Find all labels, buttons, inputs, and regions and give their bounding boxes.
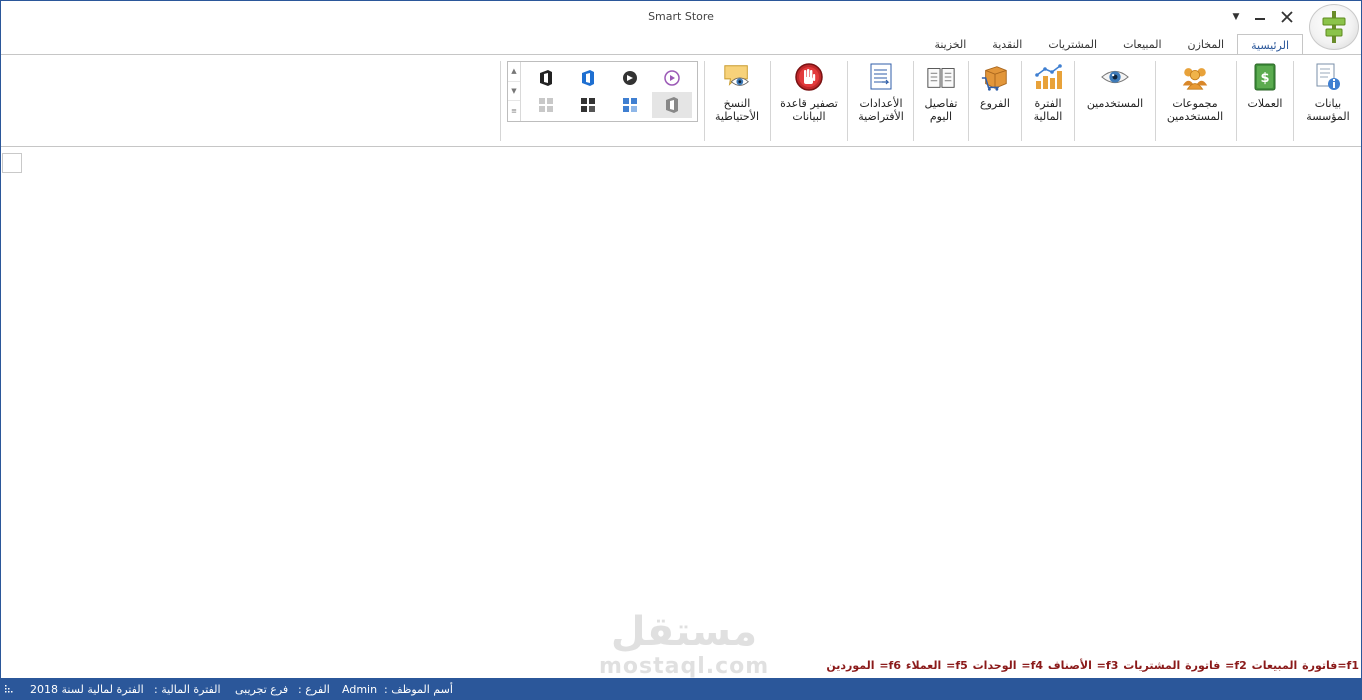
resize-grip-icon[interactable]: [4, 684, 14, 694]
app-menu-button[interactable]: [1309, 4, 1359, 50]
ribbon-separator: [704, 61, 705, 141]
skin-office-black[interactable]: [526, 65, 566, 91]
backup-label: النسخ الأحتياطية: [714, 97, 760, 123]
org-info-label: بيانات المؤسسة: [1306, 97, 1350, 123]
grid-tiles-icon: [623, 98, 637, 112]
branches-button[interactable]: الفروع: [973, 61, 1017, 141]
skin-metro-dark[interactable]: [568, 92, 608, 118]
employee-value: Admin: [342, 683, 378, 696]
svg-text:$: $: [1260, 71, 1269, 86]
money-book-icon: $: [1250, 61, 1280, 93]
keyboard-shortcuts-hint: f1=فاتورة المبيعات f2= فاتورة المشتريات …: [826, 659, 1359, 672]
ribbon-options-button[interactable]: ▼: [1223, 6, 1249, 28]
day-details-button[interactable]: تفاصيل اليوم: [919, 61, 963, 141]
default-settings-label: الأعدادات الأفتراضية: [858, 97, 904, 123]
office-logo-icon: [666, 97, 678, 113]
tab-home[interactable]: الرئيسية: [1237, 34, 1303, 56]
app-window: Smart Store ▼ الرئيسية المخازن المبيعات …: [0, 0, 1362, 700]
cart-box-icon: [980, 61, 1010, 93]
branch-value: فرع تجريبى: [235, 683, 289, 696]
open-book-icon: [926, 61, 956, 93]
ribbon-separator: [1236, 61, 1237, 141]
stop-hand-icon: [794, 61, 824, 93]
gallery-scroll-down-button[interactable]: ▼: [508, 82, 520, 102]
skin-metro-light[interactable]: [526, 92, 566, 118]
reset-database-label: تصفير قاعدة البيانات: [780, 97, 838, 123]
ribbon-separator: [913, 61, 914, 141]
ribbon-separator: [770, 61, 771, 141]
title-bar: Smart Store ▼: [1, 1, 1361, 34]
speech-eye-icon: [722, 61, 752, 93]
fiscal-period-label: الفترة المالية :: [154, 683, 221, 696]
skin-office-gray-selected[interactable]: [652, 92, 692, 118]
vs-logo-icon: [623, 71, 637, 85]
ribbon-tabs: الرئيسية المخازن المبيعات المشتريات النق…: [921, 34, 1303, 56]
users-label: المستخدمين: [1086, 97, 1144, 110]
watermark-logo: مستقل mostaql.com: [599, 609, 769, 689]
tab-treasury[interactable]: الخزينة: [921, 34, 979, 55]
tab-sales[interactable]: المبيعات: [1110, 34, 1174, 55]
org-info-button[interactable]: بيانات المؤسسة: [1299, 61, 1357, 141]
chevron-down-icon: ▼: [1232, 12, 1240, 22]
ribbon-panel: بيانات المؤسسة $ العملات مجموعات المستخد…: [1, 55, 1361, 147]
reset-database-button[interactable]: تصفير قاعدة البيانات: [777, 61, 841, 141]
window-title: Smart Store: [648, 10, 714, 23]
currencies-button[interactable]: $ العملات: [1241, 61, 1289, 141]
gallery-scroll-up-button[interactable]: ▲: [508, 62, 520, 82]
skin-office-blue[interactable]: [568, 65, 608, 91]
skin-metro-blue[interactable]: [610, 92, 650, 118]
ribbon-separator: [1155, 61, 1156, 141]
mdi-child-control[interactable]: [2, 153, 22, 173]
skin-visual-studio-dark[interactable]: [610, 65, 650, 91]
status-bar: الفترة لمالية لسنة 2018 الفترة المالية :…: [1, 678, 1361, 700]
document-info-icon: [1313, 61, 1343, 93]
office-logo-icon: [540, 70, 552, 86]
ribbon-separator: [1074, 61, 1075, 141]
tab-stores[interactable]: المخازن: [1175, 34, 1238, 55]
branches-label: الفروع: [980, 97, 1010, 110]
ribbon-separator: [847, 61, 848, 141]
tab-purchases[interactable]: المشتريات: [1035, 34, 1110, 55]
branch-label: الفرع :: [298, 683, 330, 696]
fiscal-period-label: الفترة المالية: [1033, 97, 1063, 123]
gallery-expand-button[interactable]: ≡: [508, 101, 520, 121]
grid-tiles-icon: [539, 98, 553, 112]
users-button[interactable]: المستخدمين: [1081, 61, 1149, 141]
user-groups-button[interactable]: مجموعات المستخدمين: [1159, 61, 1231, 141]
fiscal-period-button[interactable]: الفترة المالية: [1027, 61, 1069, 141]
minimize-button[interactable]: [1247, 6, 1273, 28]
eye-icon: [1100, 61, 1130, 93]
close-button[interactable]: [1274, 6, 1300, 28]
backup-button[interactable]: النسخ الأحتياطية: [707, 61, 767, 141]
gallery-scrollbar: ▲ ▼ ≡: [508, 62, 521, 121]
settings-document-icon: [866, 61, 896, 93]
user-groups-label: مجموعات المستخدمين: [1166, 97, 1224, 123]
fiscal-period-value: الفترة لمالية لسنة 2018: [30, 683, 144, 696]
employee-label: أسم الموظف :: [384, 683, 453, 696]
day-details-label: تفاصيل اليوم: [924, 97, 958, 123]
skin-gallery: ▲ ▼ ≡: [507, 61, 698, 122]
close-icon: [1281, 11, 1293, 23]
grid-tiles-icon: [581, 98, 595, 112]
watermark-latin: mostaql.com: [599, 654, 770, 679]
currencies-label: العملات: [1247, 97, 1283, 110]
default-settings-button[interactable]: الأعدادات الأفتراضية: [853, 61, 909, 141]
ribbon-separator: [1293, 61, 1294, 141]
user-group-icon: [1180, 61, 1210, 93]
ribbon-separator: [500, 61, 501, 141]
tab-cash[interactable]: النقدية: [979, 34, 1035, 55]
app-logo-icon: [1322, 11, 1346, 43]
ribbon-separator: [1021, 61, 1022, 141]
office-logo-icon: [582, 70, 594, 86]
watermark-arabic: مستقل: [610, 609, 758, 655]
bar-chart-icon: [1033, 61, 1063, 93]
vs-logo-icon: [664, 70, 680, 86]
ribbon-separator: [968, 61, 969, 141]
skin-visual-studio-purple[interactable]: [652, 65, 692, 91]
minimize-icon: [1255, 17, 1265, 20]
